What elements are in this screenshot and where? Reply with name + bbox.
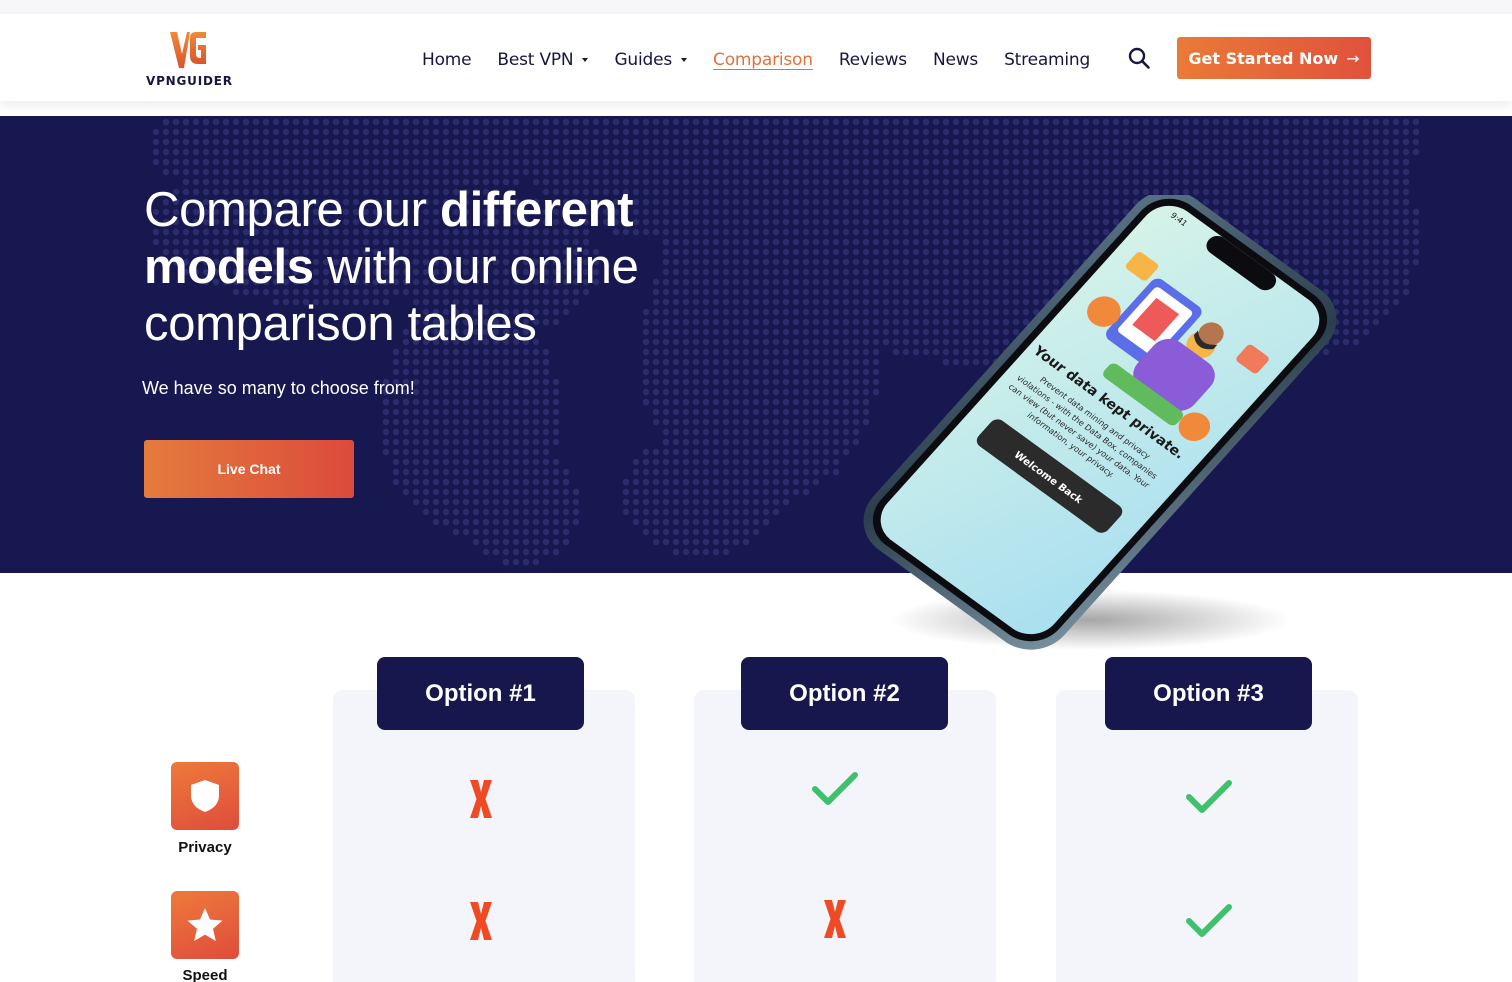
site-header: VPNGUIDER Home Best VPN Guides Compariso… [0, 14, 1512, 101]
live-chat-button[interactable]: Live Chat [144, 440, 354, 498]
check-icon [1186, 780, 1232, 813]
get-started-label: Get Started Now [1188, 48, 1339, 68]
top-strip [0, 0, 1512, 14]
nav-comparison[interactable]: Comparison [713, 50, 813, 70]
star-icon [187, 908, 223, 941]
option-header-3: Option #3 [1105, 657, 1312, 730]
feature-label-privacy: Privacy [178, 839, 232, 856]
search-icon[interactable] [1127, 46, 1151, 70]
cross-icon [824, 900, 846, 938]
hero-subtitle: We have so many to choose from! [142, 378, 415, 398]
hero-title: Compare our different models with our onl… [144, 182, 744, 353]
caret-down-icon [681, 58, 688, 62]
nav-streaming-label: Streaming [1004, 50, 1091, 70]
nav-best-vpn-label: Best VPN [497, 50, 574, 70]
caret-down-icon [582, 58, 589, 62]
main-nav: Home Best VPN Guides Comparison Reviews … [422, 48, 1116, 72]
nav-guides[interactable]: Guides [614, 50, 688, 70]
cross-icon [470, 902, 492, 940]
privacy-feature-icon [171, 762, 239, 830]
hero-title-bold: models [144, 240, 314, 294]
nav-home[interactable]: Home [422, 50, 472, 70]
nav-news[interactable]: News [933, 50, 978, 70]
speed-feature-icon [171, 891, 239, 959]
logo-mark-icon [170, 32, 206, 68]
arrow-right-icon: → [1346, 48, 1360, 68]
nav-reviews-label: Reviews [838, 50, 907, 70]
nav-best-vpn[interactable]: Best VPN [497, 50, 589, 70]
nav-reviews[interactable]: Reviews [839, 50, 907, 70]
nav-guides-label: Guides [614, 50, 673, 70]
site-logo[interactable]: VPNGUIDER [146, 30, 233, 90]
option-header-2: Option #2 [741, 657, 948, 730]
hero-title-part: Compare our [144, 183, 440, 237]
option-header-1: Option #1 [377, 657, 584, 730]
get-started-button[interactable]: Get Started Now → [1177, 37, 1371, 79]
logo-text: VPNGUIDER [146, 74, 233, 88]
nav-news-label: News [932, 50, 979, 70]
check-icon [1186, 904, 1232, 937]
nav-streaming[interactable]: Streaming [1004, 50, 1090, 70]
phone-mockup: 9:41 Your data kept private. Prevent dat… [863, 195, 1337, 650]
cross-icon [470, 780, 492, 818]
shield-icon [191, 780, 219, 812]
feature-label-speed: Speed [182, 967, 228, 982]
nav-home-label: Home [422, 50, 472, 70]
nav-comparison-label: Comparison [713, 50, 813, 70]
hero-title-bold: different [439, 183, 634, 237]
check-icon [812, 772, 858, 805]
